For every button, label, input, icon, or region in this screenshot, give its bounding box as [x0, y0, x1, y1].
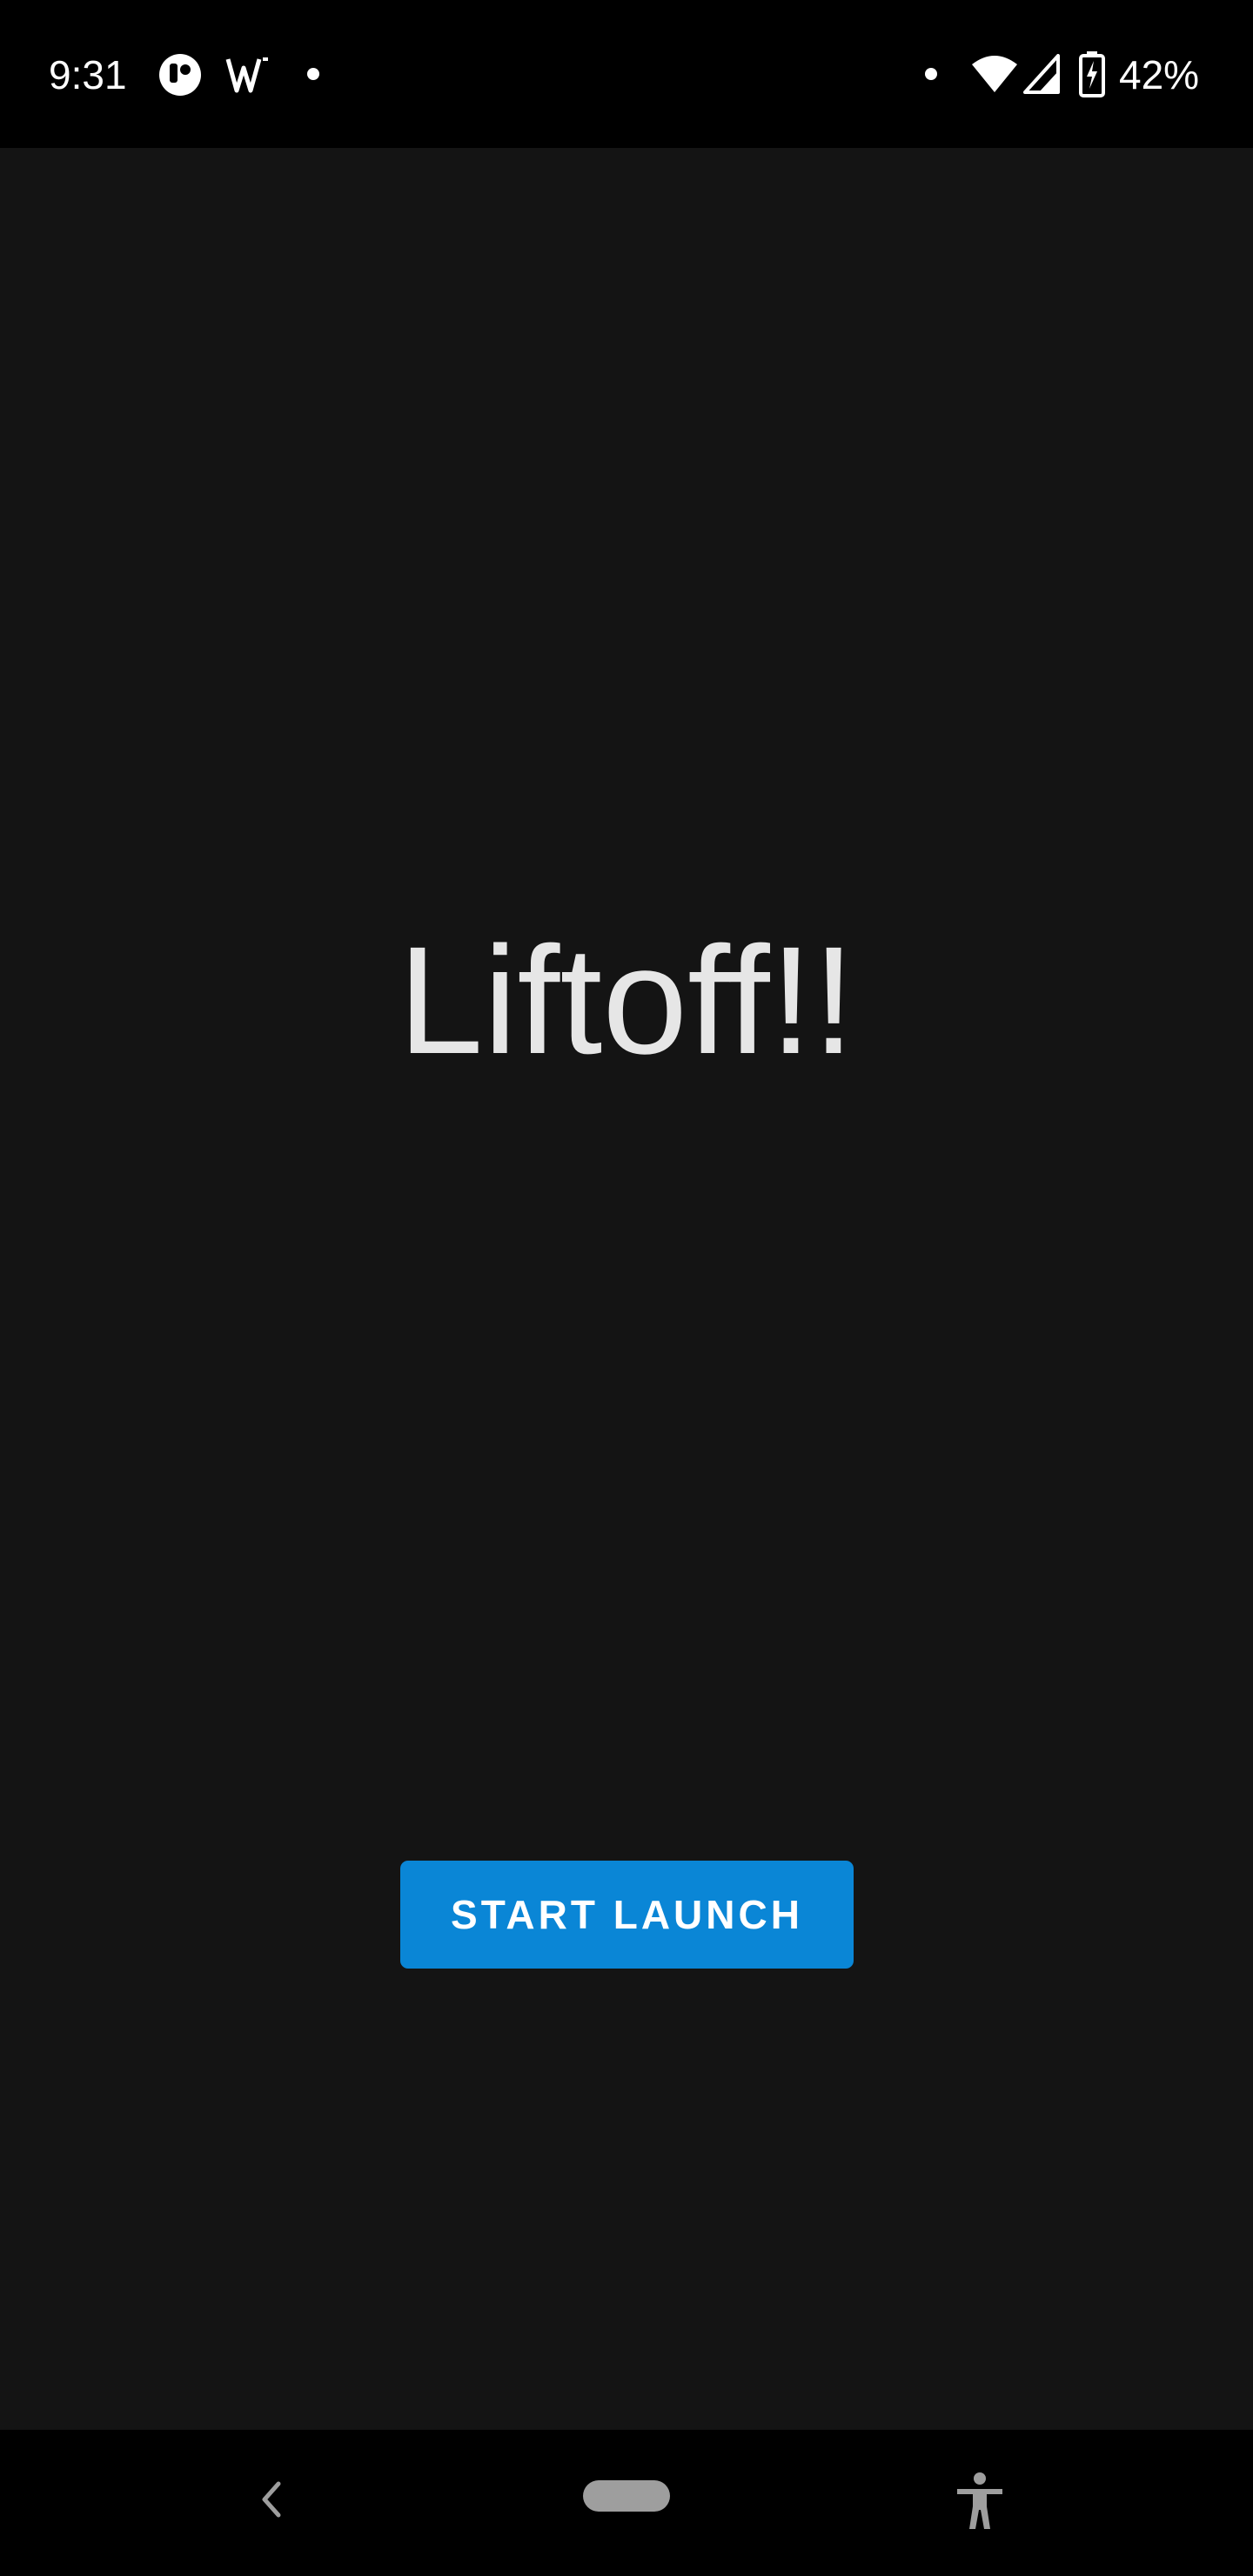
wear-os-icon [225, 57, 268, 93]
dot-icon [925, 68, 937, 80]
status-time: 9:31 [49, 52, 127, 97]
home-pill[interactable] [583, 2480, 670, 2512]
battery-charging-icon [1079, 51, 1105, 97]
notification-app-icon [159, 54, 201, 96]
navigation-bar [0, 2430, 1253, 2576]
cell-signal-icon [1023, 54, 1060, 94]
page-title: Liftoff!! [398, 916, 855, 1086]
app-content: Liftoff!! START LAUNCH [0, 148, 1253, 2430]
wifi-icon [972, 56, 1017, 92]
back-icon[interactable] [256, 2479, 287, 2520]
start-launch-button[interactable]: START LAUNCH [400, 1861, 854, 1969]
dot-icon [307, 68, 319, 80]
phone-screen: 9:31 42% Liftoff!! START LAUNCH [0, 0, 1253, 2576]
battery-percent: 42% [1119, 52, 1200, 97]
accessibility-icon[interactable] [954, 2472, 1006, 2531]
status-bar: 9:31 42% [0, 0, 1253, 148]
